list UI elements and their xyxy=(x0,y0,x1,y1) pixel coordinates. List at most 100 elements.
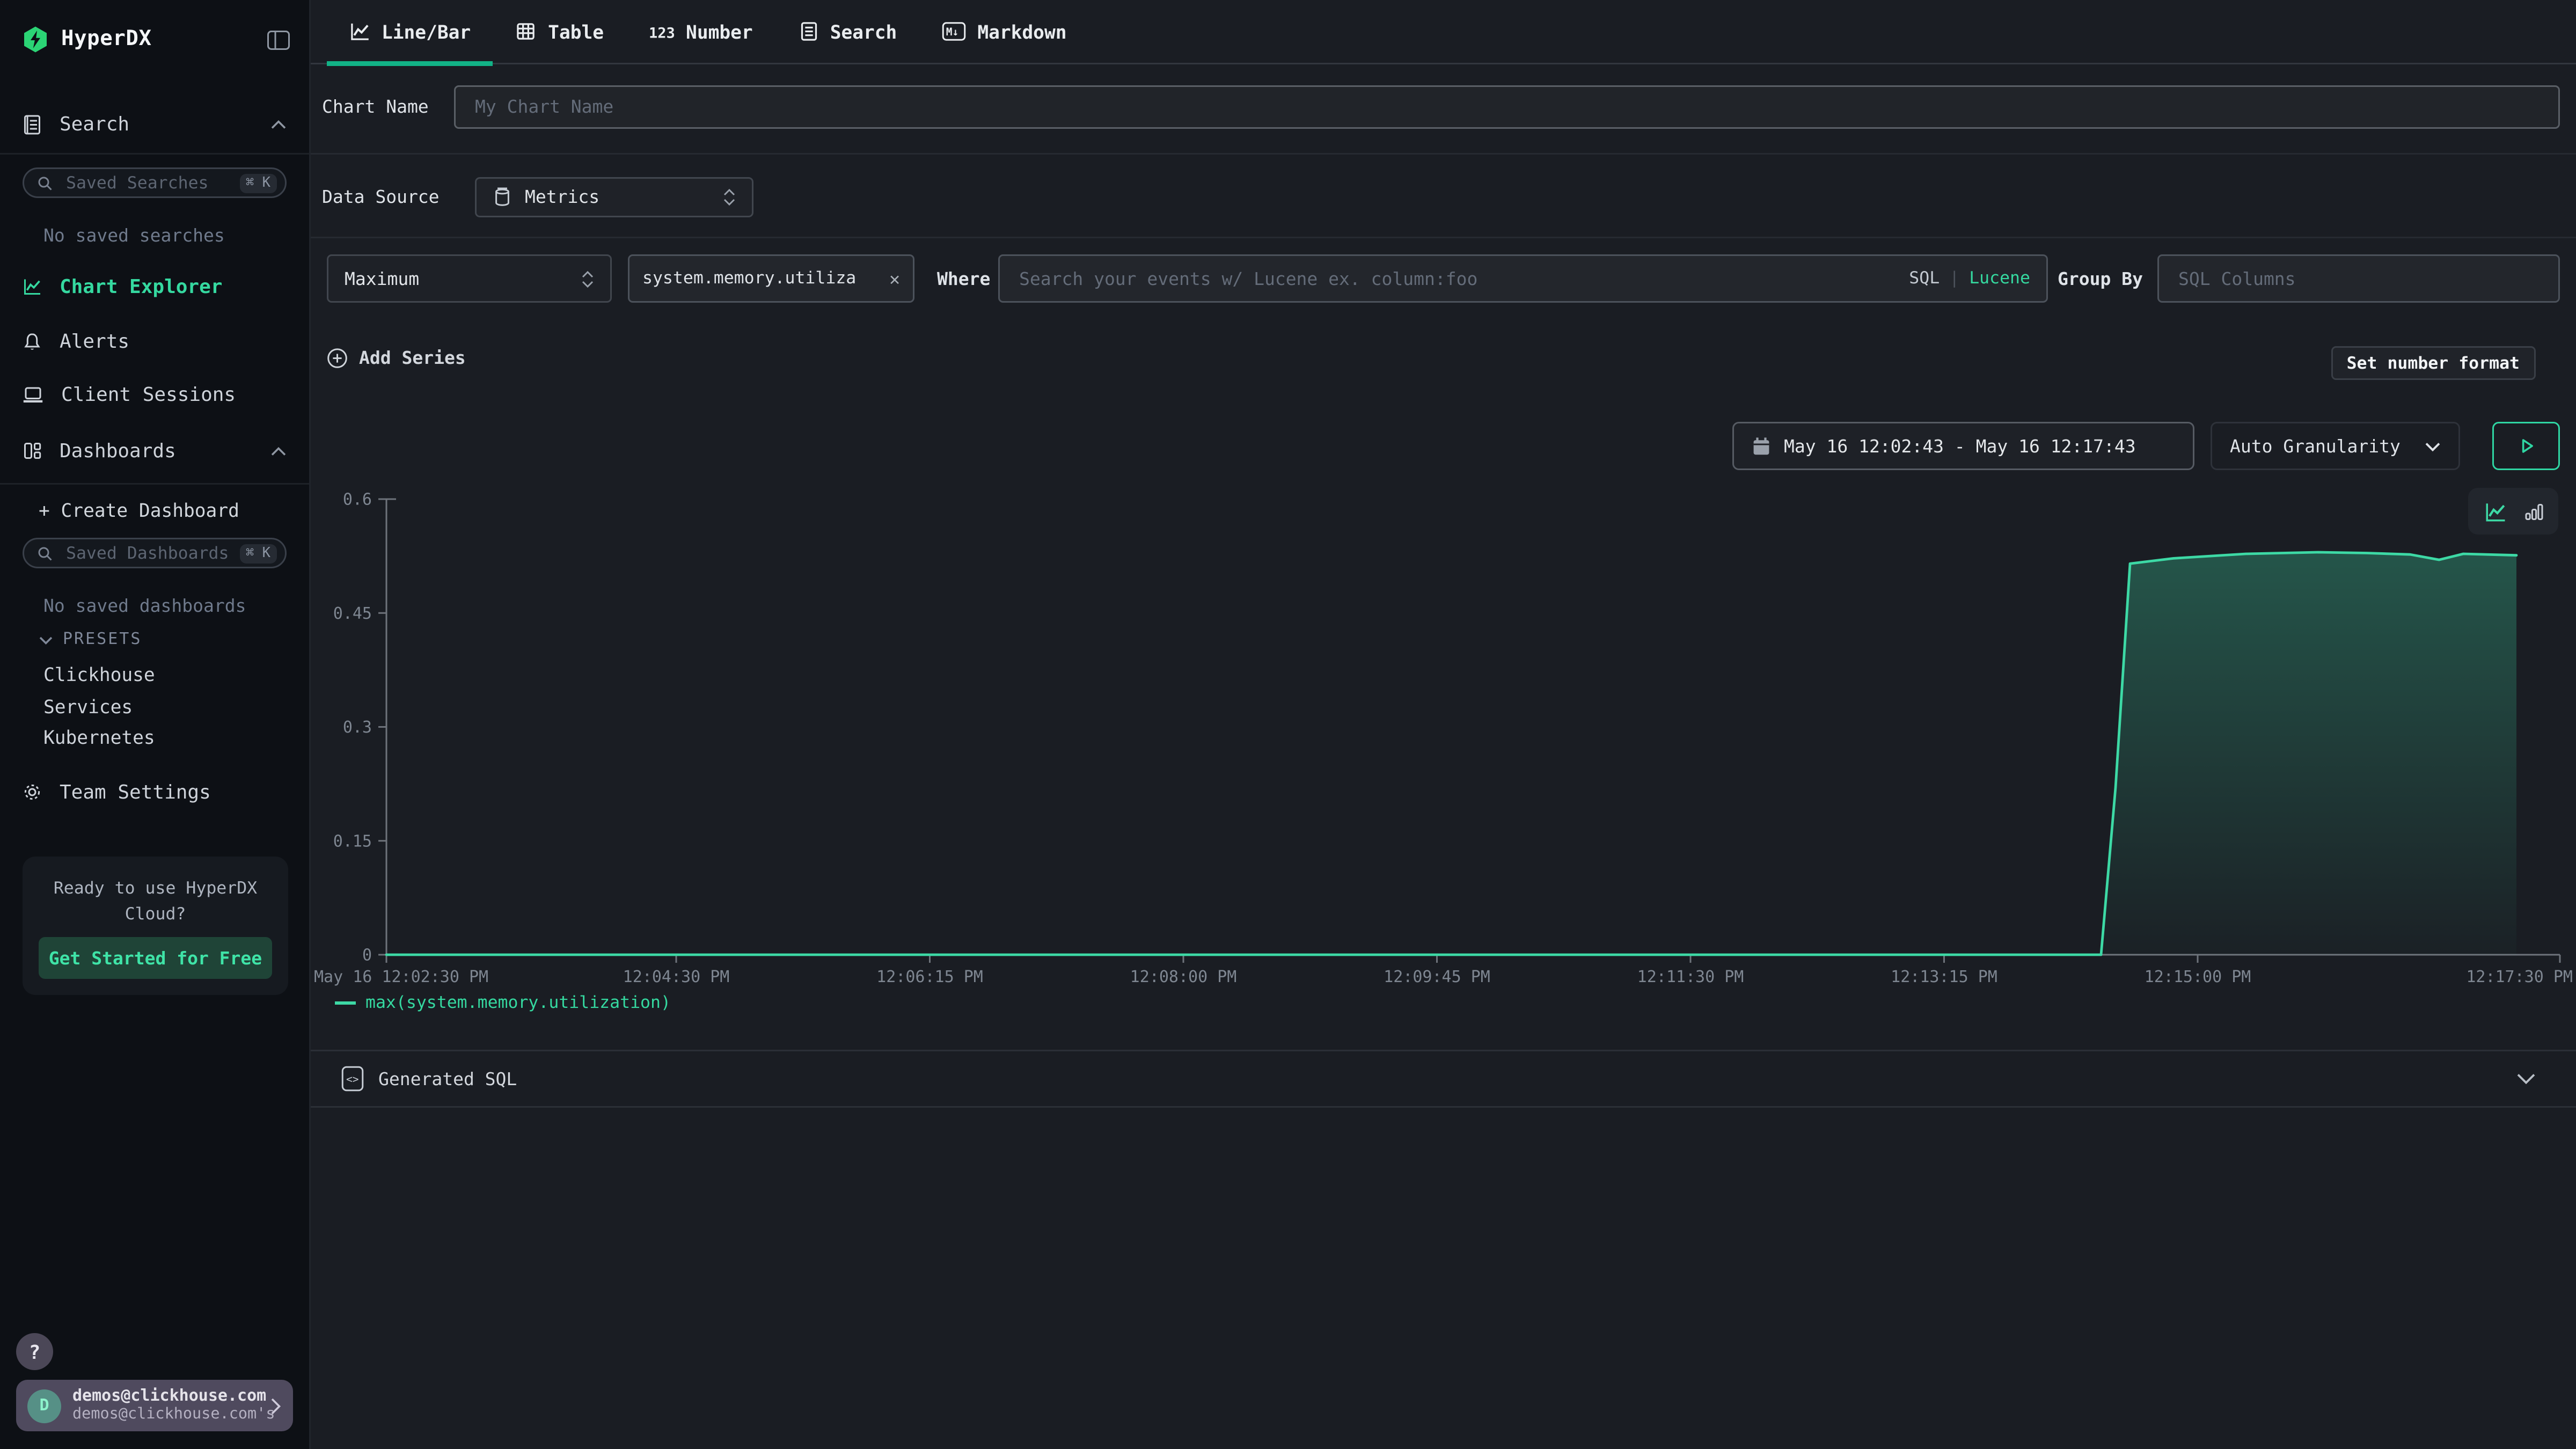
svg-text:12:13:15 PM: 12:13:15 PM xyxy=(1891,968,1997,986)
sidebar-item-label: Alerts xyxy=(60,330,129,353)
markdown-icon: M↓ xyxy=(942,21,966,42)
shortcut-badge: ⌘ K xyxy=(239,544,277,563)
tab-label: Number xyxy=(686,20,753,43)
sidebar-item-chart-explorer[interactable]: Chart Explorer xyxy=(0,269,309,304)
chevron-up-icon xyxy=(270,445,287,457)
search-page-icon xyxy=(23,114,42,135)
sidebar-item-team-settings[interactable]: Team Settings xyxy=(0,774,309,810)
run-query-button[interactable] xyxy=(2492,422,2560,470)
tab-label: Search xyxy=(830,20,897,43)
sidebar-item-label: Search xyxy=(60,113,129,135)
user-email: demos@clickhouse.com xyxy=(72,1388,270,1406)
metric-tag-label: system.memory.utiliza xyxy=(642,269,876,288)
main-content: Line/Bar Table 123 Number xyxy=(311,0,2576,1449)
timeseries-chart[interactable]: 00.150.30.450.6May 16 12:02:30 PM12:04:3… xyxy=(314,483,2576,1006)
generated-sql-toggle[interactable]: <> Generated SQL xyxy=(311,1050,2576,1108)
sidebar-item-label: Team Settings xyxy=(60,781,211,803)
remove-metric-icon[interactable]: ✕ xyxy=(889,268,900,289)
tab-label: Markdown xyxy=(977,20,1066,43)
sidebar-collapse-icon[interactable] xyxy=(267,30,290,49)
metric-tag[interactable]: system.memory.utiliza ✕ xyxy=(628,254,914,303)
get-started-button[interactable]: Get Started for Free xyxy=(39,937,272,979)
group-by-field[interactable] xyxy=(2157,254,2560,303)
chart-legend-item[interactable]: max(system.memory.utilization) xyxy=(335,993,671,1013)
user-menu[interactable]: D demos@clickhouse.com demos@clickhouse.… xyxy=(16,1380,293,1431)
tab-line-bar[interactable]: Line/Bar xyxy=(327,0,493,64)
svg-text:12:08:00 PM: 12:08:00 PM xyxy=(1130,968,1237,986)
shortcut-badge: ⌘ K xyxy=(239,173,277,193)
chart-name-input[interactable] xyxy=(472,95,2542,119)
user-email-sub: demos@clickhouse.com's xyxy=(72,1406,270,1423)
no-saved-searches-text: No saved searches xyxy=(43,225,225,246)
sql-toggle[interactable]: SQL xyxy=(1909,269,1940,288)
svg-text:12:11:30 PM: 12:11:30 PM xyxy=(1637,968,1744,986)
database-icon xyxy=(493,187,512,208)
brand-name: HyperDX xyxy=(61,27,152,52)
svg-text:12:17:30 PM: 12:17:30 PM xyxy=(2466,968,2573,986)
aggregation-select[interactable]: Maximum xyxy=(327,254,612,303)
toggle-separator: | xyxy=(1949,269,1959,288)
create-dashboard-button[interactable]: + Create Dashboard xyxy=(39,499,239,522)
saved-searches-input[interactable] xyxy=(63,172,239,194)
svg-text:12:15:00 PM: 12:15:00 PM xyxy=(2145,968,2251,986)
saved-searches-searchbox[interactable]: ⌘ K xyxy=(23,167,287,198)
chevron-down-icon xyxy=(39,635,53,645)
help-button[interactable]: ? xyxy=(16,1333,53,1370)
legend-line-swatch xyxy=(335,1001,356,1005)
sidebar: HyperDX Search ⌘ K No saved searc xyxy=(0,0,311,1449)
svg-text:12:04:30 PM: 12:04:30 PM xyxy=(623,968,730,986)
line-chart-icon xyxy=(23,277,42,296)
date-range-button[interactable]: May 16 12:02:43 - May 16 12:17:43 xyxy=(1732,422,2194,470)
data-source-select[interactable]: Metrics xyxy=(475,177,753,217)
preset-kubernetes[interactable]: Kubernetes xyxy=(43,726,155,749)
saved-dashboards-input[interactable] xyxy=(63,542,239,565)
group-by-input[interactable] xyxy=(2175,267,2542,291)
sidebar-item-alerts[interactable]: Alerts xyxy=(0,324,309,359)
sidebar-item-client-sessions[interactable]: Client Sessions xyxy=(0,377,309,412)
set-number-format-button[interactable]: Set number format xyxy=(2331,346,2536,380)
preset-clickhouse[interactable]: Clickhouse xyxy=(43,663,155,686)
sidebar-item-label: Dashboards xyxy=(60,440,176,462)
svg-text:0: 0 xyxy=(362,946,372,965)
svg-text:0.45: 0.45 xyxy=(333,604,372,623)
cloud-promo-line1: Ready to use HyperDX xyxy=(39,876,272,902)
tab-label: Table xyxy=(548,20,604,43)
hyperdx-logo-icon xyxy=(23,26,48,53)
tab-markdown[interactable]: M↓ Markdown xyxy=(919,0,1089,64)
tab-search[interactable]: Search xyxy=(775,0,920,64)
where-search-field[interactable]: SQL | Lucene xyxy=(998,254,2048,303)
granularity-select[interactable]: Auto Granularity xyxy=(2211,422,2460,470)
sidebar-item-dashboards[interactable]: Dashboards xyxy=(0,433,309,469)
date-range-value: May 16 12:02:43 - May 16 12:17:43 xyxy=(1784,436,2136,457)
chart-name-label: Chart Name xyxy=(322,97,429,118)
calendar-icon xyxy=(1752,436,1771,457)
svg-text:<>: <> xyxy=(346,1073,358,1086)
where-search-input[interactable] xyxy=(1016,267,1909,291)
search-icon xyxy=(37,545,53,561)
tab-label: Line/Bar xyxy=(382,20,471,43)
line-chart-icon xyxy=(349,21,370,42)
avatar: D xyxy=(27,1389,61,1423)
select-chevrons-icon xyxy=(723,188,736,206)
chart-name-field[interactable] xyxy=(454,85,2560,129)
aggregation-value: Maximum xyxy=(345,268,419,289)
preset-services[interactable]: Services xyxy=(43,696,133,718)
add-series-button[interactable]: Add Series xyxy=(327,348,466,369)
add-series-label: Add Series xyxy=(359,348,466,369)
number-123-icon: 123 xyxy=(649,22,675,41)
plus-circle-icon xyxy=(327,348,348,369)
sidebar-item-search[interactable]: Search xyxy=(0,106,309,142)
saved-dashboards-searchbox[interactable]: ⌘ K xyxy=(23,538,287,568)
presets-toggle[interactable]: PRESETS xyxy=(39,631,142,649)
tab-table[interactable]: Table xyxy=(493,0,626,64)
tab-number[interactable]: 123 Number xyxy=(626,0,775,64)
lucene-toggle[interactable]: Lucene xyxy=(1969,269,2030,288)
presets-label: PRESETS xyxy=(63,631,142,649)
query-language-toggle: SQL | Lucene xyxy=(1909,269,2030,288)
brand-row: HyperDX xyxy=(23,26,290,53)
chevron-down-icon xyxy=(2425,441,2441,452)
svg-text:May 16 12:02:30 PM: May 16 12:02:30 PM xyxy=(314,968,488,986)
where-label: Where xyxy=(937,269,990,290)
svg-text:0.15: 0.15 xyxy=(333,832,372,851)
sidebar-divider xyxy=(0,483,309,485)
